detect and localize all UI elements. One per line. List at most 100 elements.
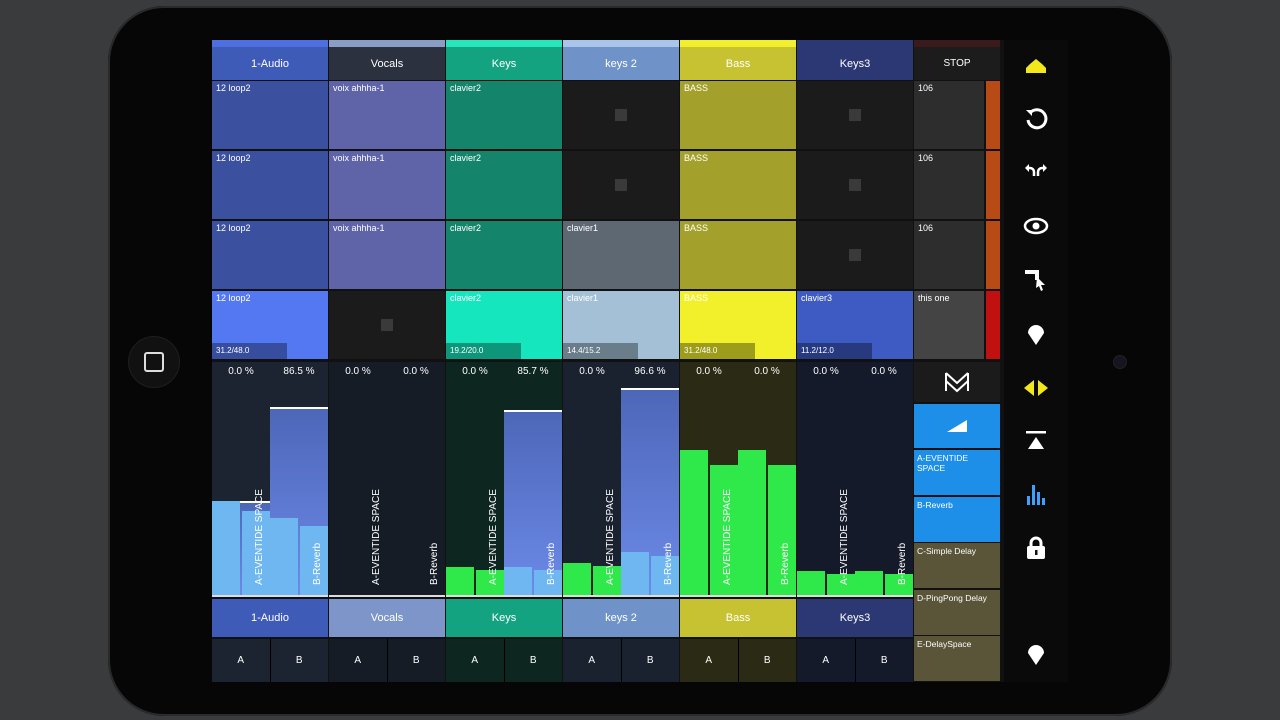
clip-slot[interactable]: 12 loop2 (212, 81, 328, 149)
send-b-fader[interactable]: B-Reverb (387, 384, 445, 597)
send-label: B-Reverb (897, 542, 908, 585)
track-footer-name[interactable]: 1-Audio (212, 599, 328, 637)
track-column: Keys3 clavier3 11.2/12.0 0.0 % 0.0 % A-EVENTI… (797, 40, 913, 682)
fx-slot[interactable]: A-EVENTIDE SPACE (914, 450, 1000, 495)
send-a-fader[interactable]: A-EVENTIDE SPACE (329, 384, 387, 597)
select-b-button[interactable]: B (739, 639, 797, 682)
select-b-button[interactable]: B (622, 639, 680, 682)
select-b-button[interactable]: B (856, 639, 914, 682)
level-meter-left (446, 567, 474, 597)
clip-slot[interactable]: voix ahhha-1 (329, 81, 445, 149)
clip-slot[interactable]: 12 loop2 (212, 221, 328, 289)
send-a-fader[interactable]: A-EVENTIDE SPACE (797, 384, 855, 597)
track-footer-name[interactable]: Bass (680, 599, 796, 637)
clip-slot[interactable]: clavier1 (563, 221, 679, 289)
clip-slot[interactable]: 12 loop2 31.2/48.0 (212, 291, 328, 359)
send-b-fader[interactable]: B-Reverb (504, 384, 562, 597)
marker-bottom-icon[interactable] (1016, 634, 1056, 674)
clip-slot[interactable]: 12 loop2 (212, 151, 328, 219)
track-header-bass[interactable]: Bass (680, 47, 796, 80)
clip-label: clavier1 (567, 293, 599, 303)
empty-clip-slot[interactable] (329, 291, 445, 359)
select-a-button[interactable]: A (797, 639, 856, 682)
send-b-fader[interactable]: B-Reverb (855, 384, 913, 597)
fx-slot[interactable]: E-DelaySpace (914, 636, 1000, 681)
track-header-1-audio[interactable]: 1-Audio (212, 47, 328, 80)
clip-label: BASS (684, 223, 709, 233)
volume-b-readout: 0.0 % (871, 366, 897, 377)
fx-slot[interactable]: B-Reverb (914, 496, 1000, 542)
scene-label: this one (918, 293, 950, 303)
clip-slot[interactable]: clavier2 (446, 221, 562, 289)
scene-launch[interactable]: 106 (914, 151, 984, 219)
empty-clip-slot[interactable] (563, 151, 679, 219)
send-a-fader[interactable]: A-EVENTIDE SPACE (212, 384, 270, 597)
track-header-vocals[interactable]: Vocals (329, 47, 445, 80)
track-footer-name[interactable]: keys 2 (563, 599, 679, 637)
select-a-button[interactable]: A (212, 639, 271, 682)
track-header-keys-2[interactable]: keys 2 (563, 47, 679, 80)
stop-all-button[interactable]: STOP (914, 47, 1000, 80)
scene-launch[interactable]: this one (914, 291, 984, 359)
fx-slot[interactable]: C-Simple Delay (914, 543, 1000, 588)
select-b-button[interactable]: B (505, 639, 563, 682)
clip-slot[interactable]: clavier1 14.4/15.2 (563, 291, 679, 359)
empty-clip-slot[interactable] (797, 151, 913, 219)
track-header-keys3[interactable]: Keys3 (797, 47, 913, 80)
volume-b-readout: 96.6 % (634, 366, 666, 377)
clip-slot[interactable]: clavier2 (446, 81, 562, 149)
clip-slot[interactable]: voix ahhha-1 (329, 221, 445, 289)
send-b-fader[interactable]: B-Reverb (621, 384, 679, 597)
select-tool-icon[interactable] (1016, 260, 1056, 300)
track-footer-name[interactable]: Keys3 (797, 599, 913, 637)
volume-a-readout: 0.0 % (696, 366, 722, 377)
clip-slot[interactable]: BASS (680, 81, 796, 149)
clip-slot[interactable]: BASS 31.2/48.0 (680, 291, 796, 359)
scene-launch[interactable]: 106 (914, 81, 984, 149)
home-button[interactable] (128, 336, 180, 388)
select-b-button[interactable]: B (388, 639, 446, 682)
track-footer-name[interactable]: Keys (446, 599, 562, 637)
fx-slot[interactable]: D-PingPong Delay (914, 589, 1000, 635)
level-meter-left (855, 571, 883, 597)
clip-slot[interactable]: clavier2 19.2/20.0 (446, 291, 562, 359)
clip-slot[interactable]: BASS (680, 151, 796, 219)
scene-launch[interactable]: 106 (914, 221, 984, 289)
marker-icon[interactable] (1016, 314, 1056, 354)
track-footer-name[interactable]: Vocals (329, 599, 445, 637)
send-b-fader[interactable]: B-Reverb (270, 384, 328, 597)
crossfade-icon[interactable] (1016, 420, 1056, 460)
send-a-fader[interactable]: A-EVENTIDE SPACE (563, 384, 621, 597)
select-a-button[interactable]: A (329, 639, 388, 682)
undo-icon[interactable] (1016, 99, 1056, 139)
empty-clip-slot[interactable] (563, 81, 679, 149)
camera (1113, 355, 1127, 369)
select-a-button[interactable]: A (680, 639, 739, 682)
send-a-fader[interactable]: A-EVENTIDE SPACE (680, 384, 738, 597)
clip-progress: 31.2/48.0 (680, 343, 756, 359)
clip-slot[interactable]: clavier3 11.2/12.0 (797, 291, 913, 359)
volume-mode-button[interactable] (914, 404, 1000, 448)
nudge-icon[interactable] (1016, 368, 1056, 408)
fader-baseline (855, 595, 913, 597)
select-b-button[interactable]: B (271, 639, 329, 682)
track-header-bar (446, 40, 562, 47)
track-header-keys[interactable]: Keys (446, 47, 562, 80)
empty-clip-slot[interactable] (797, 221, 913, 289)
select-a-button[interactable]: A (446, 639, 505, 682)
app-screen: 1-Audio 12 loop2 12 loop2 12 loop2 12 loop2 3… (212, 40, 1068, 682)
lock-icon[interactable] (1016, 528, 1056, 568)
volume-b-readout: 86.5 % (283, 366, 315, 377)
mixer-mode-button[interactable] (914, 362, 1000, 402)
session-icon[interactable] (1016, 46, 1056, 86)
empty-clip-slot[interactable] (797, 81, 913, 149)
send-b-fader[interactable]: B-Reverb (738, 384, 796, 597)
redo-icon[interactable] (1016, 152, 1056, 192)
send-a-fader[interactable]: A-EVENTIDE SPACE (446, 384, 504, 597)
select-a-button[interactable]: A (563, 639, 622, 682)
clip-slot[interactable]: voix ahhha-1 (329, 151, 445, 219)
clip-slot[interactable]: clavier2 (446, 151, 562, 219)
view-icon[interactable] (1016, 206, 1056, 246)
mixer-icon[interactable] (1016, 474, 1056, 514)
clip-slot[interactable]: BASS (680, 221, 796, 289)
